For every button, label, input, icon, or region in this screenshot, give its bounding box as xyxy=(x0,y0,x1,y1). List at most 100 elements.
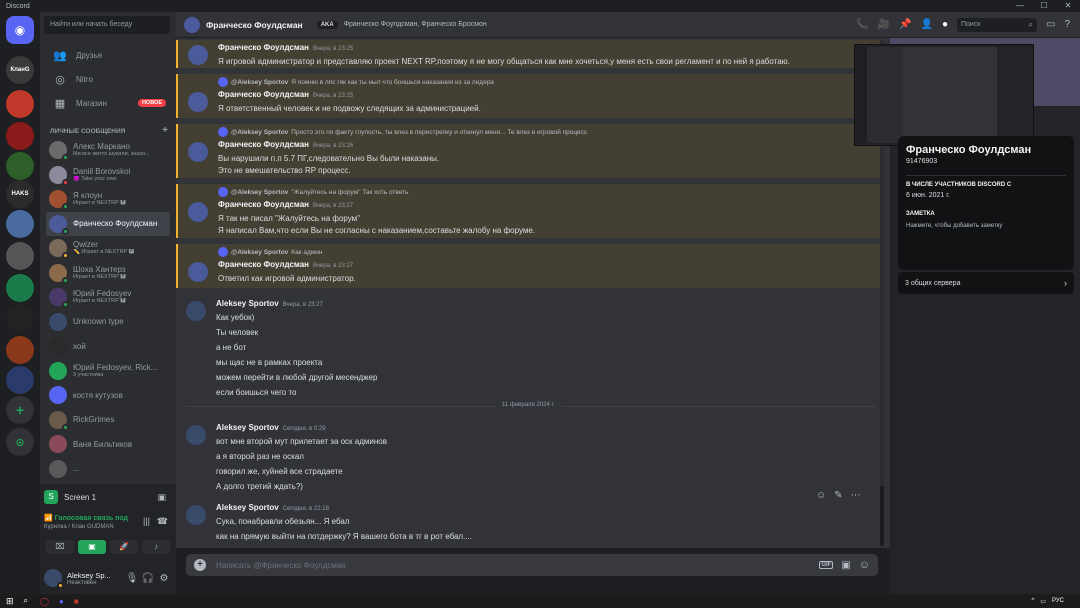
headphones-icon[interactable]: 🎧 xyxy=(140,573,156,584)
dm-item[interactable]: Алекс Маркано Ми все життя шукали, знахо.… xyxy=(46,138,170,162)
note-input[interactable]: Нажмите, чтобы добавить заметку xyxy=(906,223,1066,229)
dm-item[interactable]: Шоха Хантерз Играет в NEXTRP 🅿 xyxy=(46,261,170,285)
sticker-icon[interactable]: ▣ xyxy=(841,560,850,571)
dm-item[interactable]: ... xyxy=(46,457,170,481)
nav-shop[interactable]: ▦ Магазин НОВОЕ xyxy=(46,92,170,114)
tray-arrow-icon[interactable]: ^ xyxy=(1031,598,1034,604)
dm-item[interactable]: Юрий Fedosyev Играет в NEXTRP 🅿 xyxy=(46,285,170,309)
message-author[interactable]: Франческо Фоулдсман xyxy=(218,43,309,52)
message-author[interactable]: Франческо Фоулдсман xyxy=(218,90,309,99)
message-list[interactable]: 11 февраля 2024 г. ☺ ✎ ⋯ Франческо Фоулд… xyxy=(176,38,890,548)
server-icon[interactable] xyxy=(6,366,34,394)
header-search-input[interactable]: Поиск ⌕ xyxy=(956,17,1037,32)
avatar[interactable] xyxy=(188,262,208,282)
emoji-icon[interactable]: ☺ xyxy=(859,559,870,571)
avatar[interactable] xyxy=(44,569,64,589)
server-icon[interactable]: КланG xyxy=(6,56,34,84)
gif-icon[interactable]: GIF xyxy=(819,561,834,569)
message-author[interactable]: Aleksey Sportov xyxy=(216,299,279,308)
avatar[interactable] xyxy=(186,301,206,321)
message-group[interactable]: @Aleksey Sportov Как админ Франческо Фоулд… xyxy=(176,244,882,288)
message-group[interactable]: Aleksey Sportov Сегодня, в 0:29 вот мне вт… xyxy=(176,420,882,494)
dm-item[interactable]: хой xyxy=(46,334,170,358)
avatar[interactable] xyxy=(186,505,206,525)
message-input[interactable]: + Написать @Франческо Фоулдсман GIF ▣ ☺ xyxy=(186,554,878,576)
screen-share-button[interactable]: ▣ xyxy=(78,540,106,554)
pinned-messages-icon[interactable]: 📌 xyxy=(899,19,911,30)
server-icon[interactable] xyxy=(6,90,34,118)
minimize-icon[interactable]: — xyxy=(1008,0,1032,12)
discord-home-icon[interactable]: ◉ xyxy=(6,16,34,44)
add-friends-to-dm-icon[interactable]: 👤 xyxy=(920,19,932,30)
attach-icon[interactable]: + xyxy=(194,559,206,571)
soundboard-button[interactable]: ♪ xyxy=(142,540,170,554)
close-icon[interactable]: ✕ xyxy=(1056,0,1080,12)
message-author[interactable]: Франческо Фоулдсман xyxy=(218,260,309,269)
avatar[interactable] xyxy=(186,425,206,445)
screen-share-row[interactable]: S Screen 1 ▣ xyxy=(44,488,172,506)
server-icon[interactable] xyxy=(6,122,34,150)
taskbar-app-opera-icon[interactable]: ◯ xyxy=(40,597,49,606)
disconnect-icon[interactable]: ☎ xyxy=(157,516,168,527)
screen-preview-icon[interactable]: ▣ xyxy=(157,492,166,503)
message-author[interactable]: Aleksey Sportov xyxy=(216,423,279,432)
message-group[interactable]: Франческо Фоулдсман Вчера, в 23:25 Я игров… xyxy=(176,40,882,68)
voice-call-icon[interactable]: 📞 xyxy=(856,19,868,30)
reply-preview[interactable]: @Aleksey Sportov Просто это по факту глуп… xyxy=(218,127,587,137)
help-icon[interactable]: ? xyxy=(1064,19,1070,30)
message-author[interactable]: Франческо Фоулдсман xyxy=(218,200,309,209)
avatar[interactable] xyxy=(188,202,208,222)
taskbar-app-game-icon[interactable]: ■ xyxy=(74,597,79,606)
microphone-icon[interactable]: 🎙 xyxy=(124,573,140,584)
dm-search-input[interactable]: Найти или начать беседу xyxy=(44,16,170,34)
server-icon[interactable] xyxy=(6,274,34,302)
reply-preview[interactable]: @Aleksey Sportov Я помню в лпс гяк как ты… xyxy=(218,77,494,87)
message-author[interactable]: Aleksey Sportov xyxy=(216,503,279,512)
dm-item[interactable]: Я клоун Играет в NEXTRP 🅿 xyxy=(46,187,170,211)
server-icon[interactable] xyxy=(6,152,34,180)
tray-network-icon[interactable]: ▭ xyxy=(1040,598,1046,605)
dm-item[interactable]: Qwizer ✏️ Играет в NEXTRP 🅿 xyxy=(46,236,170,260)
server-icon[interactable]: HAKS xyxy=(6,180,34,208)
dm-item[interactable]: Ваня Бильтиков xyxy=(46,432,170,456)
dm-item[interactable]: Франческо Фоулдсман xyxy=(46,211,170,236)
message-author[interactable]: Франческо Фоулдсман xyxy=(218,140,309,149)
avatar[interactable] xyxy=(188,142,208,162)
noise-suppression-icon[interactable]: ||| xyxy=(143,516,150,526)
message-group[interactable]: @Aleksey Sportov Просто это по факту глуп… xyxy=(176,124,882,178)
message-group[interactable]: @Aleksey Sportov Я помню в лпс гяк как ты… xyxy=(176,74,882,118)
reply-preview[interactable]: @Aleksey Sportov "Жалуйтесь на форум" Так… xyxy=(218,187,409,197)
voice-channel-label[interactable]: Курилка / Клан GUDMAN xyxy=(44,524,172,530)
screen-share-preview[interactable] xyxy=(854,44,1034,146)
activity-button[interactable]: 🚀 xyxy=(110,540,138,554)
nav-nitro[interactable]: ◎ Nitro xyxy=(46,68,170,90)
server-icon[interactable] xyxy=(6,336,34,364)
message-group[interactable]: @Aleksey Sportov "Жалуйтесь на форум" Так… xyxy=(176,184,882,238)
settings-gear-icon[interactable]: ⚙ xyxy=(156,573,172,584)
dm-item[interactable]: Юрий Fedosyev, Rick... 3 участника xyxy=(46,359,170,383)
server-icon[interactable] xyxy=(6,210,34,238)
dm-item[interactable]: Unknown type xyxy=(46,310,170,334)
message-group[interactable]: Aleksey Sportov Сегодня, в 22:18 Сука, пон… xyxy=(176,500,882,546)
inbox-icon[interactable]: ▭ xyxy=(1046,19,1055,30)
server-icon[interactable] xyxy=(6,242,34,270)
taskbar-search-icon[interactable]: ⌕ xyxy=(24,596,28,606)
avatar[interactable] xyxy=(188,45,208,65)
windows-start-icon[interactable]: ⊞ xyxy=(6,596,14,607)
explore-servers-icon[interactable]: ⊙ xyxy=(6,428,34,456)
dm-item[interactable]: RickGrimes xyxy=(46,408,170,432)
add-dm-icon[interactable]: + xyxy=(162,126,168,136)
video-call-icon[interactable]: 🎥 xyxy=(878,19,890,30)
dm-item[interactable]: костя кутузов xyxy=(46,383,170,407)
message-group[interactable]: Aleksey Sportov Вчера, в 23:27 Как уебок) Т… xyxy=(176,296,882,400)
add-server-button[interactable]: + xyxy=(6,396,34,424)
avatar[interactable] xyxy=(188,92,208,112)
dm-item[interactable]: Daniil Borovskoi 👿 Take your own xyxy=(46,163,170,187)
reply-preview[interactable]: @Aleksey Sportov Как админ xyxy=(218,247,322,257)
mutual-servers-button[interactable]: 3 общих сервера › xyxy=(898,272,1074,294)
tray-language[interactable]: РУС xyxy=(1052,598,1064,604)
camera-button[interactable]: ⌧ xyxy=(46,540,74,554)
taskbar-app-discord-icon[interactable]: ● xyxy=(59,597,64,606)
server-icon[interactable] xyxy=(6,304,34,332)
user-profile-icon[interactable]: ● xyxy=(942,19,948,30)
